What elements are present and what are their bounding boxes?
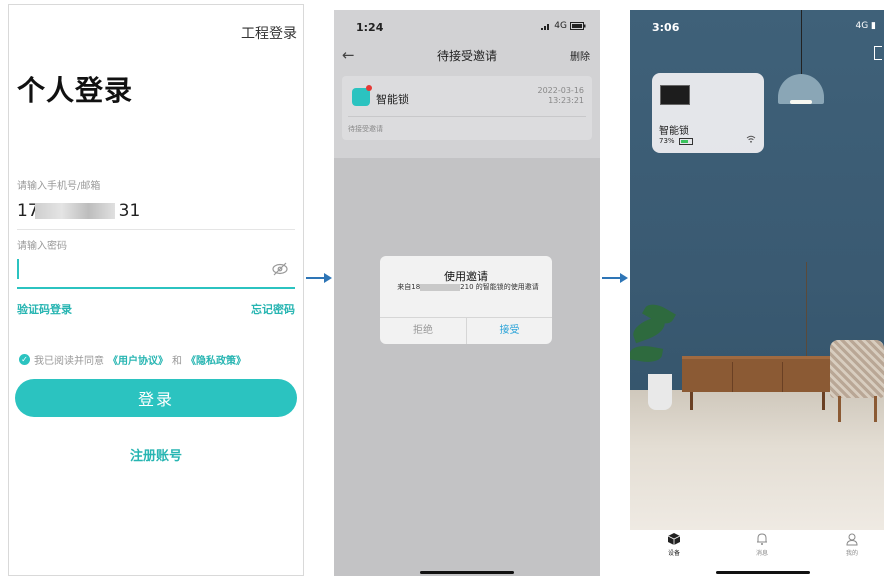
delete-button[interactable]: 删除 [570, 48, 590, 63]
agree-and: 和 [172, 356, 182, 367]
cube-icon [667, 533, 681, 545]
tab-messages[interactable]: 消息 [742, 532, 782, 557]
battery-percent: 73% [659, 137, 675, 145]
invite-card[interactable]: 智能锁 2022-03-16 13:23:21 待接受邀请 [342, 76, 592, 140]
refuse-button[interactable]: 拒绝 [380, 317, 466, 344]
dialog-title: 使用邀请 [444, 270, 488, 283]
password-input[interactable] [17, 259, 19, 279]
agreement-row: ✓ 我已阅读并同意 《用户协议》 和 《隐私政策》 [19, 352, 246, 367]
signal-icon [541, 23, 550, 30]
phone-redaction [35, 203, 115, 219]
battery-icon [678, 137, 693, 145]
status-bar: 4G [541, 21, 586, 31]
person-icon [846, 533, 858, 546]
sideboard-seam [782, 362, 783, 392]
lamp-cord [801, 10, 802, 76]
dialog-redaction [420, 283, 461, 291]
battery-fill [680, 139, 688, 143]
accept-button[interactable]: 接受 [467, 317, 552, 344]
tab-label: 消息 [755, 550, 768, 557]
sideboard [682, 356, 832, 392]
invite-dialog: 使用邀请 来自18 210 的智能锁的使用邀请 拒绝 接受 [380, 256, 552, 344]
password-label: 请输入密码 [17, 241, 67, 252]
privacy-policy-link[interactable]: 《隐私政策》 [186, 352, 246, 367]
engineer-login-link[interactable]: 工程登录 [241, 23, 297, 43]
password-underline [17, 287, 295, 289]
invite-status: 待接受邀请 [348, 125, 383, 133]
invites-title: 待接受邀请 [436, 49, 497, 63]
room-floor [630, 390, 884, 530]
plant-pot [648, 374, 672, 410]
tab-label: 设备 [667, 550, 680, 557]
forgot-password-link[interactable]: 忘记密码 [251, 301, 295, 317]
tab-label: 我的 [845, 550, 858, 557]
invite-date: 2022-03-16 [537, 86, 585, 95]
tab-devices[interactable]: 设备 [654, 532, 694, 557]
invite-time: 13:23:21 [548, 96, 584, 105]
unread-dot [366, 85, 372, 91]
stage: 工程登录 个人登录 请输入手机号/邮箱 17 31 请输入密码 验证码登录 忘记密… [0, 0, 884, 576]
dialog-msg-suffix: 210 的智能锁的使用邀请 [460, 283, 539, 291]
network-label: 4G [855, 21, 869, 31]
check-icon[interactable]: ✓ [19, 354, 30, 365]
sideboard-seam [732, 362, 733, 392]
register-link[interactable]: 注册账号 [9, 445, 303, 464]
user-agreement-link[interactable]: 《用户协议》 [108, 352, 168, 367]
chair-leg [874, 396, 877, 422]
device-card[interactable]: 智能锁 73% [652, 73, 764, 153]
card-divider [348, 116, 586, 117]
lamp-light [790, 100, 812, 104]
branch-decor [806, 262, 807, 358]
status-bar: 4G ▮ [855, 21, 876, 31]
scan-icon[interactable] [874, 46, 882, 60]
phone-suffix: 31 [118, 201, 141, 221]
invites-screen: 1:24 4G ← 待接受邀请 删除 智能锁 2022-03-16 13:23:… [334, 10, 600, 576]
home-screen: 3:06 4G ▮ 智能锁 73% 设备 消息 我的 [630, 10, 884, 576]
device-thumbnail [660, 85, 690, 105]
battery-row: 73% [659, 137, 693, 145]
tab-profile[interactable]: 我的 [832, 532, 872, 557]
bell-icon [757, 533, 767, 545]
wifi-icon [746, 135, 756, 143]
sideboard-leg [690, 392, 693, 410]
invite-datetime: 2022-03-16 13:23:21 [514, 86, 585, 106]
network-label: 4G [554, 21, 567, 31]
arrow-right-icon [306, 273, 332, 283]
home-indicator [716, 571, 810, 574]
login-screen: 工程登录 个人登录 请输入手机号/邮箱 17 31 请输入密码 验证码登录 忘记密… [8, 4, 304, 576]
dialog-msg-prefix: 来自18 [397, 283, 421, 291]
phone-label: 请输入手机号/邮箱 [17, 181, 101, 192]
chair-leg [838, 396, 841, 422]
phone-underline [17, 229, 295, 230]
status-time: 3:06 [652, 21, 680, 34]
status-time: 1:24 [356, 21, 384, 34]
page-title: 个人登录 [17, 74, 134, 107]
login-button[interactable]: 登录 [15, 379, 297, 417]
home-indicator [420, 571, 514, 574]
battery-icon [570, 22, 586, 30]
code-login-link[interactable]: 验证码登录 [17, 301, 72, 317]
dialog-message: 来自18 210 的智能锁的使用邀请 [394, 283, 542, 292]
sideboard-leg [822, 392, 825, 410]
agree-prefix: 我已阅读并同意 [34, 356, 104, 367]
invite-device-name: 智能锁 [376, 93, 409, 106]
room-wall [630, 10, 884, 390]
armchair [830, 340, 884, 398]
eye-off-icon[interactable] [271, 261, 289, 280]
device-name: 智能锁 [659, 126, 689, 137]
arrow-right-icon [602, 273, 628, 283]
